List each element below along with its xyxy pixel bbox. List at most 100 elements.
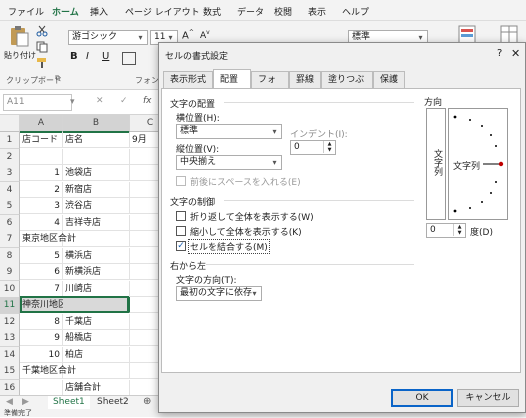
row-header[interactable]: 2 [0, 148, 20, 166]
cell-a[interactable]: 10 [20, 346, 63, 363]
tab-border[interactable]: 罫線 [289, 71, 321, 88]
copy-icon[interactable] [36, 41, 48, 53]
fx-icon[interactable]: fx [143, 96, 152, 106]
tab-formulas[interactable]: 数式 [203, 5, 221, 18]
name-box[interactable]: A11 [3, 94, 72, 111]
vertical-align-select[interactable]: 中央揃え ▾ [176, 155, 282, 170]
cell-b[interactable]: 店舗合計 [63, 379, 130, 396]
row-header[interactable]: 5 [0, 198, 20, 215]
row-header[interactable]: 15 [0, 363, 20, 380]
paste-label[interactable]: 貼り付け [4, 50, 36, 61]
cell-b[interactable]: 千葉店 [63, 313, 130, 330]
cell-b[interactable]: 池袋店 [63, 165, 130, 181]
tab-insert[interactable]: 挿入 [90, 5, 108, 18]
tab-file[interactable]: ファイル [8, 5, 44, 18]
tab-help[interactable]: ヘルプ [342, 5, 369, 18]
cell-a[interactable]: 7 [20, 280, 63, 297]
sheet-tab-sheet2[interactable]: Sheet2 [92, 396, 134, 409]
tab-protection[interactable]: 保護 [373, 71, 405, 88]
cancel-button[interactable]: キャンセル [457, 389, 519, 407]
spin-down-icon[interactable]: ▼ [323, 147, 335, 153]
tab-review[interactable]: 校閲 [274, 5, 292, 18]
ok-button[interactable]: OK [391, 389, 453, 407]
cell-b[interactable]: 新横浜店 [63, 264, 130, 280]
cell-a[interactable]: 1 [20, 165, 63, 181]
wrap-text-checkbox[interactable] [176, 211, 186, 221]
cell-a[interactable]: 4 [20, 214, 63, 231]
column-header-a[interactable]: A [20, 115, 63, 133]
sheet-scroll-left-icon[interactable]: ◀ [6, 397, 13, 407]
cell-b[interactable] [63, 148, 130, 165]
tab-view[interactable]: 表示 [308, 5, 326, 18]
row-header[interactable]: 16 [0, 379, 20, 397]
cell-a[interactable]: 3 [20, 198, 63, 214]
row-header[interactable]: 3 [0, 165, 20, 182]
tab-alignment[interactable]: 配置 [213, 69, 251, 89]
cell-a[interactable]: 9 [20, 330, 63, 346]
row-header[interactable]: 4 [0, 181, 20, 199]
row-header[interactable]: 7 [0, 231, 20, 248]
indent-spinner[interactable]: 0 ▲ ▼ [290, 140, 336, 155]
row-header[interactable]: 12 [0, 313, 20, 331]
row-header[interactable]: 9 [0, 264, 20, 281]
cell-a[interactable]: 6 [20, 264, 63, 280]
clipboard-launcher-icon[interactable]: ⧉ [55, 74, 60, 83]
spin-down-icon[interactable]: ▼ [453, 230, 465, 236]
underline-button[interactable]: U [102, 51, 109, 62]
cell-b[interactable]: 横浜店 [63, 247, 130, 264]
shrink-font-icon[interactable]: Av [200, 29, 210, 41]
cell-b[interactable]: 川崎店 [63, 280, 130, 297]
tab-font[interactable]: フォント [251, 71, 289, 102]
border-icon[interactable] [122, 52, 136, 65]
row-header[interactable]: 8 [0, 247, 20, 265]
namebox-dropdown-icon[interactable]: ▾ [70, 97, 75, 107]
orientation-dial[interactable]: 文字列 [448, 108, 508, 220]
tab-home[interactable]: ホーム [52, 5, 79, 23]
enter-icon[interactable]: ✓ [120, 96, 128, 106]
merge-cells-checkbox[interactable]: ✓ [176, 241, 186, 251]
row-header[interactable]: 13 [0, 330, 20, 347]
row-header[interactable]: 14 [0, 346, 20, 364]
add-sheet-icon[interactable]: ⊕ [143, 396, 151, 407]
cell-a[interactable] [20, 148, 63, 165]
cell-a[interactable]: 東京地区合計 [20, 231, 76, 247]
tab-data[interactable]: データ [237, 5, 264, 18]
paste-icon[interactable] [8, 25, 30, 47]
cell-a[interactable]: 5 [20, 247, 63, 264]
row-header[interactable]: 6 [0, 214, 20, 232]
cell-b[interactable] [63, 363, 130, 379]
cell-a[interactable]: 8 [20, 313, 63, 330]
close-icon[interactable]: ✕ [511, 47, 520, 60]
cell-b[interactable]: 柏店 [63, 346, 130, 363]
help-icon[interactable]: ? [497, 48, 502, 59]
row-header[interactable]: 10 [0, 280, 20, 298]
italic-button[interactable]: I [86, 51, 89, 62]
cell-b[interactable]: 新宿店 [63, 181, 130, 198]
cell-a[interactable]: 2 [20, 181, 63, 198]
cell-a[interactable]: 千葉地区合計 [20, 363, 76, 379]
horizontal-align-select[interactable]: 標準 ▾ [176, 124, 282, 139]
column-header-b[interactable]: B [63, 115, 130, 133]
shrink-to-fit-checkbox[interactable] [176, 226, 186, 236]
row-header[interactable]: 1 [0, 132, 20, 149]
font-name-combo[interactable]: 游ゴシック ▾ [68, 30, 148, 45]
degree-spinner[interactable]: 0 ▲ ▼ [426, 223, 466, 238]
cell-b[interactable]: 船橋店 [63, 330, 130, 346]
row-header[interactable]: 11 [0, 297, 20, 314]
text-direction-select[interactable]: 最初の文字に依存 ▾ [176, 286, 262, 301]
cell-b[interactable]: 吉祥寺店 [63, 214, 130, 231]
cell-b[interactable]: 渋谷店 [63, 198, 130, 214]
tab-fill[interactable]: 塗りつぶし [321, 71, 373, 102]
tab-number-format[interactable]: 表示形式 [163, 71, 213, 88]
cell-a[interactable]: 店コード [20, 132, 63, 148]
tab-page-layout[interactable]: ページ レイアウト [125, 5, 200, 18]
justify-distributed-checkbox[interactable] [176, 176, 186, 186]
cell-a[interactable] [20, 379, 63, 396]
cancel-icon[interactable]: ✕ [96, 96, 104, 106]
cell-b[interactable]: 店名 [63, 132, 130, 148]
select-all-corner[interactable] [0, 115, 20, 132]
cut-icon[interactable] [36, 25, 48, 37]
grow-font-icon[interactable]: A^ [182, 29, 194, 41]
bold-button[interactable]: B [70, 51, 78, 62]
vertical-text-box[interactable]: 文字列 [426, 108, 446, 220]
